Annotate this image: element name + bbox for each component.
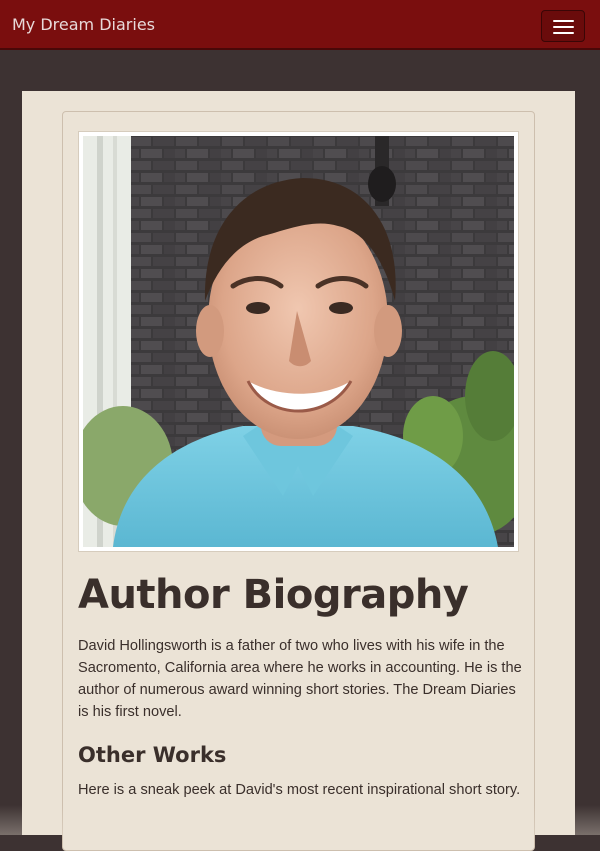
other-works-heading: Other Works	[78, 743, 227, 767]
page-title: Author Biography	[78, 572, 469, 618]
site-brand-link[interactable]: My Dream Diaries	[12, 15, 155, 35]
author-card: Author Biography David Hollingsworth is …	[62, 111, 535, 851]
author-photo-frame	[78, 131, 519, 552]
main-content: Author Biography David Hollingsworth is …	[22, 91, 575, 851]
author-bio-text: David Hollingsworth is a father of two w…	[78, 638, 522, 720]
navbar-toggle-button[interactable]	[541, 10, 585, 42]
hamburger-menu-icon	[553, 20, 574, 22]
top-navbar: My Dream Diaries	[0, 0, 600, 50]
other-works-teaser-text: Here is a sneak peek at David's most rec…	[78, 782, 521, 798]
hamburger-menu-icon-line	[553, 32, 574, 34]
author-photo	[83, 136, 514, 547]
hamburger-menu-icon-line	[553, 26, 574, 28]
